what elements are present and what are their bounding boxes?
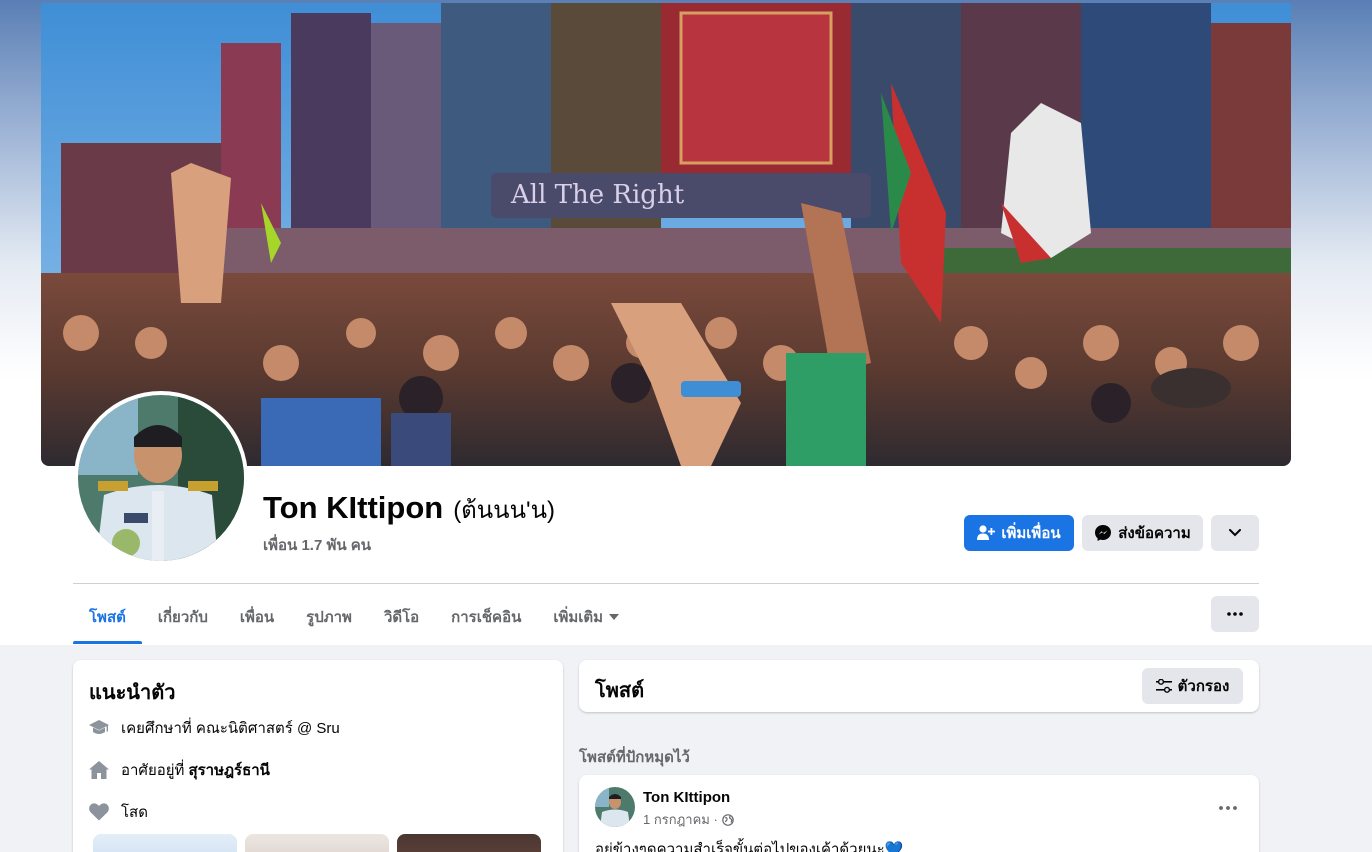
- more-dots-icon: [1219, 806, 1237, 810]
- profile-name-row: Ton KIttipon (ต้นนน'น): [263, 490, 555, 529]
- more-actions-button[interactable]: [1211, 515, 1259, 551]
- posts-header-card: โพสต์ ตัวกรอง: [579, 660, 1259, 712]
- friend-count[interactable]: เพื่อน 1.7 พัน คน: [263, 533, 371, 557]
- filter-label: ตัวกรอง: [1177, 678, 1230, 695]
- pinned-post: Ton KIttipon 1 กรกฎาคม · อยู่ข้างๆดูความ…: [579, 775, 1259, 852]
- svg-text:All The Right: All The Right: [510, 180, 685, 210]
- heart-icon: [89, 803, 109, 821]
- filter-button[interactable]: ตัวกรอง: [1142, 668, 1243, 704]
- globe-icon: [722, 813, 734, 826]
- profile-picture[interactable]: [74, 391, 248, 565]
- home-icon: [89, 761, 109, 779]
- post-author-name[interactable]: Ton KIttipon: [643, 789, 730, 806]
- intro-lives-in: อาศัยอยู่ที่ สุราษฎร์ธานี: [89, 758, 270, 782]
- intro-featured-photos: [93, 834, 541, 852]
- profile-tabs: โพสต์ เกี่ยวกับ เพื่อน รูปภาพ วิดีโอ การ…: [73, 590, 635, 644]
- filter-icon: [1155, 679, 1172, 693]
- avatar: [78, 395, 244, 561]
- posts-title: โพสต์: [595, 680, 645, 702]
- tab-videos[interactable]: วิดีโอ: [368, 590, 435, 644]
- cover-photo[interactable]: All The Right: [41, 3, 1291, 466]
- message-label: ส่งข้อความ: [1118, 525, 1191, 542]
- add-friend-label: เพิ่มเพื่อน: [1001, 525, 1061, 542]
- post-text: อยู่ข้างๆดูความสำเร็จขั้นต่อไปของเค้าด้ว…: [595, 841, 904, 852]
- tab-photos[interactable]: รูปภาพ: [290, 590, 368, 644]
- tab-friends[interactable]: เพื่อน: [224, 590, 290, 644]
- featured-photo[interactable]: [245, 834, 389, 852]
- featured-photo[interactable]: [93, 834, 237, 852]
- intro-title: แนะนำตัว: [89, 682, 176, 704]
- tab-about[interactable]: เกี่ยวกับ: [142, 590, 224, 644]
- chevron-down-icon: [1229, 529, 1241, 537]
- tab-posts[interactable]: โพสต์: [73, 590, 142, 644]
- graduation-cap-icon: [89, 720, 109, 734]
- education-text: เคยศึกษาที่ คณะนิติศาสตร์ @ Sru: [121, 720, 340, 737]
- pinned-posts-label: โพสต์ที่ปักหมุดไว้: [579, 749, 690, 766]
- profile-alt-name: (ต้นนน'น): [453, 497, 555, 524]
- profile-name: Ton KIttipon: [263, 490, 444, 525]
- add-friend-button[interactable]: เพิ่มเพื่อน: [964, 515, 1074, 551]
- add-friend-icon: [977, 525, 996, 540]
- more-dots-icon: [1227, 612, 1243, 616]
- message-button[interactable]: ส่งข้อความ: [1082, 515, 1203, 551]
- tab-more[interactable]: เพิ่มเติม: [537, 590, 635, 644]
- relationship-text: โสด: [121, 804, 148, 821]
- post-date[interactable]: 1 กรกฎาคม ·: [643, 809, 718, 830]
- intro-card: แนะนำตัว เคยศึกษาที่ คณะนิติศาสตร์ @ Sru…: [73, 660, 563, 852]
- tab-checkins[interactable]: การเช็คอิน: [435, 590, 537, 644]
- intro-relationship: โสด: [89, 800, 148, 824]
- featured-photo[interactable]: [397, 834, 541, 852]
- profile-options-button[interactable]: [1211, 596, 1259, 632]
- header-divider: [73, 583, 1259, 584]
- cover-photo-image: All The Right: [41, 3, 1291, 466]
- post-options-button[interactable]: [1219, 793, 1237, 816]
- tab-more-label: เพิ่มเติม: [553, 609, 604, 626]
- intro-education: เคยศึกษาที่ คณะนิติศาสตร์ @ Sru: [89, 716, 340, 740]
- messenger-icon: [1095, 525, 1112, 541]
- post-meta: 1 กรกฎาคม ·: [643, 809, 734, 830]
- lives-in-prefix: อาศัยอยู่ที่: [121, 762, 185, 779]
- caret-down-icon: [609, 614, 620, 620]
- post-author-avatar[interactable]: [595, 787, 635, 827]
- lives-in-place[interactable]: สุราษฎร์ธานี: [188, 758, 269, 782]
